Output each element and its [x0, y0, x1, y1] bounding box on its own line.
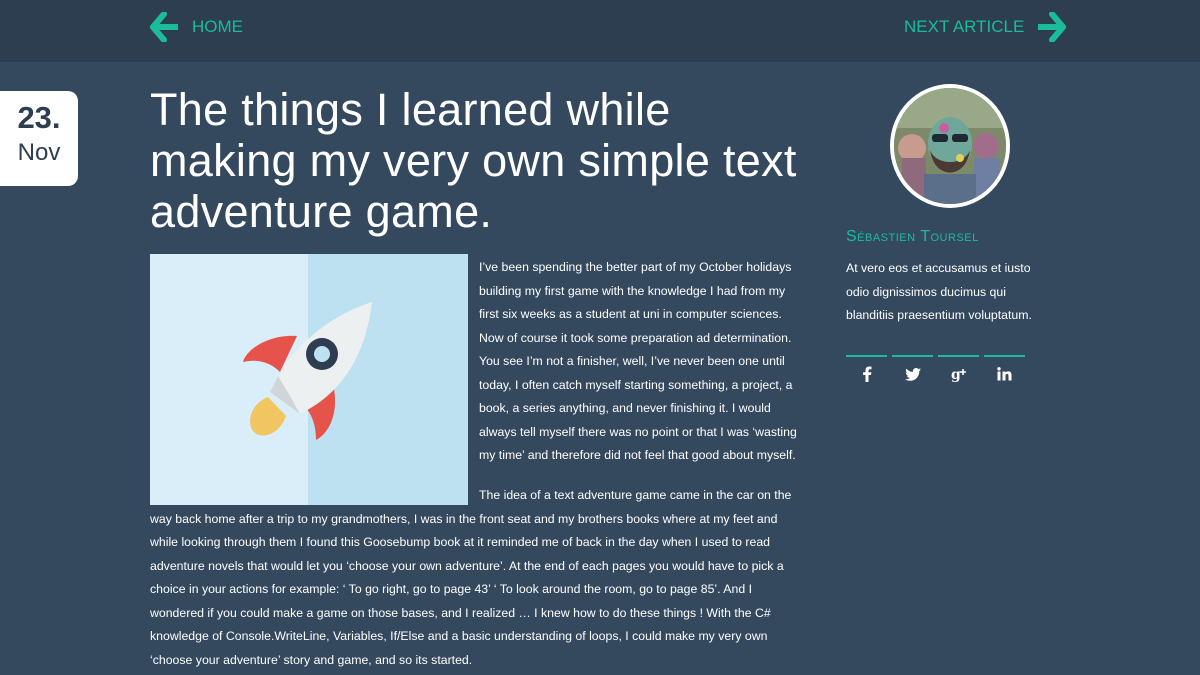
home-link-label: HOME: [192, 17, 243, 36]
svg-text:g: g: [951, 367, 961, 382]
linkedin-icon: [997, 367, 1012, 381]
google-plus-icon: g: [951, 367, 966, 382]
article-title: The things I learned while making my ver…: [150, 84, 797, 237]
next-article-link[interactable]: NEXT ARTICLE: [904, 10, 1067, 44]
social-links: g: [846, 355, 1025, 391]
next-article-link-label: NEXT ARTICLE: [904, 17, 1025, 36]
facebook-icon: [862, 366, 871, 382]
rocket-icon: [243, 302, 372, 440]
article-hero-image: [150, 254, 468, 505]
author-bio: At vero eos et accusamus et iusto odio d…: [846, 261, 1032, 322]
linkedin-button[interactable]: [984, 355, 1025, 391]
facebook-button[interactable]: [846, 355, 887, 391]
author-name[interactable]: Sébastien Toursel: [846, 228, 979, 246]
arrow-right-icon: [1038, 12, 1067, 42]
google-plus-button[interactable]: g: [938, 355, 979, 391]
article-paragraph-2: The idea of a text adventure game came i…: [150, 488, 792, 667]
top-navigation-bar: HOME NEXT ARTICLE: [0, 0, 1200, 62]
article-paragraph-1: I’ve been spending the better part of my…: [479, 260, 797, 462]
home-link[interactable]: HOME: [150, 10, 243, 44]
author-avatar: [890, 84, 1010, 208]
author-photo: [894, 88, 1006, 204]
date-day: 23.: [17, 100, 61, 135]
twitter-button[interactable]: [892, 355, 933, 391]
date-badge: 23. Nov: [0, 91, 78, 186]
date-month: Nov: [17, 139, 61, 166]
twitter-icon: [904, 367, 921, 381]
arrow-left-icon: [150, 12, 178, 42]
